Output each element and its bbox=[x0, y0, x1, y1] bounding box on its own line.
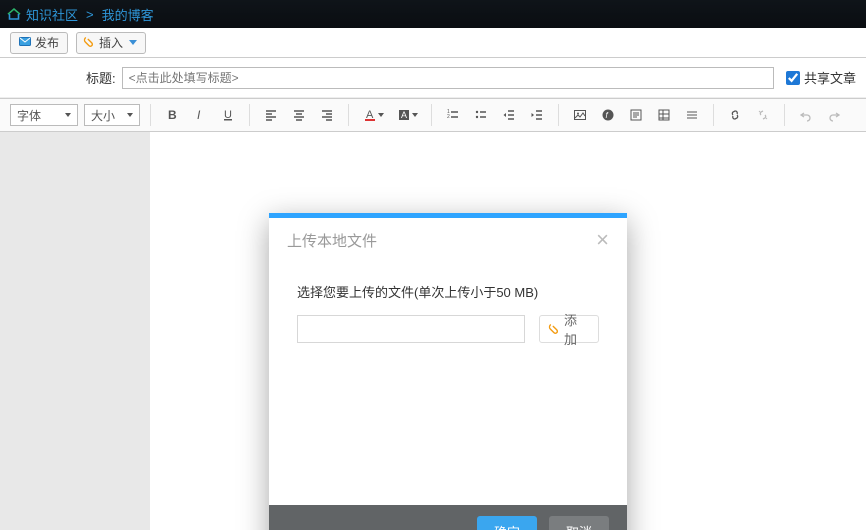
toolbar-divider bbox=[713, 104, 714, 126]
attachment-button[interactable] bbox=[625, 104, 647, 126]
share-checkbox-input[interactable] bbox=[786, 71, 800, 85]
breadcrumb-current[interactable]: 我的博客 bbox=[102, 5, 154, 24]
title-label: 标题: bbox=[86, 68, 116, 87]
flash-button[interactable]: f bbox=[597, 104, 619, 126]
italic-button[interactable]: I bbox=[189, 104, 211, 126]
undo-button[interactable] bbox=[795, 104, 817, 126]
action-bar: 发布 插入 bbox=[0, 28, 866, 58]
insert-label: 插入 bbox=[99, 34, 123, 51]
modal-header: 上传本地文件 × bbox=[269, 218, 627, 262]
outdent-button[interactable] bbox=[498, 104, 520, 126]
chevron-down-icon bbox=[127, 113, 133, 117]
font-select-label: 字体 bbox=[17, 107, 41, 124]
mail-icon bbox=[19, 36, 31, 50]
file-row: 添加 bbox=[297, 315, 599, 343]
share-label: 共享文章 bbox=[804, 68, 856, 87]
toolbar-divider bbox=[348, 104, 349, 126]
share-checkbox[interactable]: 共享文章 bbox=[786, 68, 856, 87]
breadcrumb-sep: > bbox=[86, 7, 94, 22]
modal-instruction: 选择您要上传的文件(单次上传小于50 MB) bbox=[297, 282, 599, 301]
breadcrumb-bar: 知识社区 > 我的博客 bbox=[0, 0, 866, 28]
bg-color-button[interactable]: A bbox=[393, 104, 421, 126]
chevron-down-icon bbox=[378, 113, 384, 117]
font-color-button[interactable]: A bbox=[359, 104, 387, 126]
close-icon[interactable]: × bbox=[596, 229, 609, 251]
redo-button[interactable] bbox=[823, 104, 845, 126]
toolbar-divider bbox=[558, 104, 559, 126]
font-select[interactable]: 字体 bbox=[10, 104, 78, 126]
size-select[interactable]: 大小 bbox=[84, 104, 140, 126]
file-path-input[interactable] bbox=[297, 315, 525, 343]
ok-button[interactable]: 确定 bbox=[477, 516, 537, 530]
unlink-button[interactable] bbox=[752, 104, 774, 126]
paperclip-icon bbox=[546, 320, 564, 338]
toolbar-divider bbox=[249, 104, 250, 126]
editor-gutter bbox=[0, 132, 150, 530]
link-button[interactable] bbox=[724, 104, 746, 126]
toolbar-divider bbox=[431, 104, 432, 126]
indent-button[interactable] bbox=[526, 104, 548, 126]
align-right-button[interactable] bbox=[316, 104, 338, 126]
image-button[interactable] bbox=[569, 104, 591, 126]
svg-text:B: B bbox=[168, 108, 177, 122]
toolbar-divider bbox=[150, 104, 151, 126]
add-file-button[interactable]: 添加 bbox=[539, 315, 599, 343]
table-button[interactable] bbox=[653, 104, 675, 126]
chevron-down-icon bbox=[65, 113, 71, 117]
modal-footer: 确定 取消 bbox=[269, 505, 627, 530]
align-center-button[interactable] bbox=[288, 104, 310, 126]
insert-button[interactable]: 插入 bbox=[76, 32, 146, 54]
modal-body: 选择您要上传的文件(单次上传小于50 MB) 添加 bbox=[269, 262, 627, 505]
bold-button[interactable]: B bbox=[161, 104, 183, 126]
modal-spacer bbox=[297, 343, 599, 473]
size-select-label: 大小 bbox=[91, 107, 115, 124]
home-icon bbox=[6, 6, 22, 22]
modal-title: 上传本地文件 bbox=[287, 230, 377, 251]
editor-toolbar: 字体 大小 B I U A A 12 f bbox=[0, 98, 866, 132]
hr-button[interactable] bbox=[681, 104, 703, 126]
svg-text:A: A bbox=[401, 110, 407, 120]
breadcrumb-home[interactable]: 知识社区 bbox=[26, 5, 78, 24]
chevron-down-icon bbox=[412, 113, 418, 117]
paperclip-icon bbox=[81, 34, 99, 52]
upload-modal: 上传本地文件 × 选择您要上传的文件(单次上传小于50 MB) 添加 确定 取消 bbox=[269, 213, 627, 530]
toolbar-divider bbox=[784, 104, 785, 126]
svg-text:U: U bbox=[224, 109, 232, 121]
add-file-label: 添加 bbox=[564, 310, 588, 348]
svg-text:I: I bbox=[197, 108, 201, 122]
publish-label: 发布 bbox=[35, 34, 59, 51]
ordered-list-button[interactable]: 12 bbox=[442, 104, 464, 126]
unordered-list-button[interactable] bbox=[470, 104, 492, 126]
publish-button[interactable]: 发布 bbox=[10, 32, 68, 54]
chevron-down-icon bbox=[129, 40, 137, 45]
underline-button[interactable]: U bbox=[217, 104, 239, 126]
svg-text:2: 2 bbox=[447, 114, 450, 120]
align-left-button[interactable] bbox=[260, 104, 282, 126]
title-row: 标题: 共享文章 bbox=[0, 58, 866, 98]
title-input[interactable] bbox=[122, 67, 774, 89]
cancel-button[interactable]: 取消 bbox=[549, 516, 609, 530]
